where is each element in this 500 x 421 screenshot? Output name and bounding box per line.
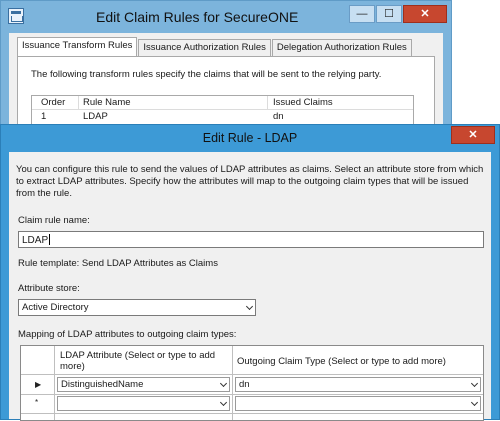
dialog-intro-text: You can configure this rule to send the … (16, 164, 484, 199)
current-row-marker-icon: ▶ (35, 380, 42, 389)
bg-minimize-button[interactable]: — (349, 5, 375, 23)
attribute-store-select[interactable]: Active Directory (18, 299, 256, 316)
chevron-down-icon (470, 379, 479, 388)
tab-issuance-authorization-rules[interactable]: Issuance Authorization Rules (138, 39, 271, 56)
chevron-down-icon (245, 302, 254, 311)
chevron-down-icon (470, 398, 479, 407)
attribute-store-label: Attribute store: (18, 283, 80, 294)
bg-close-button[interactable]: ✕ (403, 5, 447, 23)
dialog-caption-buttons: ✕ (451, 126, 495, 144)
outgoing-claim-type-value: dn (239, 379, 250, 390)
transform-rules-page: The following transform rules specify th… (17, 56, 435, 129)
app-window-icon (8, 8, 24, 24)
grid-col-divider (54, 346, 55, 420)
col-divider (267, 96, 268, 109)
ldap-attribute-value: DistinguishedName (61, 379, 144, 390)
rules-tabs: Issuance Transform Rules Issuance Author… (17, 37, 413, 56)
dialog-body: You can configure this rule to send the … (9, 152, 491, 421)
claim-rule-name-value: LDAP (22, 235, 49, 246)
mapping-grid: LDAP Attribute (Select or type to add mo… (20, 345, 484, 421)
bg-maximize-button[interactable]: ☐ (376, 5, 402, 23)
col-divider (78, 96, 79, 109)
attribute-store-value: Active Directory (22, 302, 89, 313)
tab-issuance-transform-rules[interactable]: Issuance Transform Rules (17, 37, 138, 56)
grid-header-outgoing-claim-type[interactable]: Outgoing Claim Type (Select or type to a… (237, 356, 477, 367)
dialog-close-button[interactable]: ✕ (451, 126, 495, 144)
grid-header-ldap-attribute[interactable]: LDAP Attribute (Select or type to add mo… (60, 350, 230, 372)
rule-order: 1 (41, 111, 47, 122)
chevron-down-icon (219, 379, 228, 388)
bg-window-body: Issuance Transform Rules Issuance Author… (9, 33, 443, 129)
rule-template-label: Rule template: Send LDAP Attributes as C… (18, 258, 218, 269)
tab-delegation-authorization-rules[interactable]: Delegation Authorization Rules (271, 39, 412, 56)
bg-caption-buttons: — ☐ ✕ (349, 5, 447, 23)
col-order[interactable]: Order (41, 97, 65, 108)
mapping-label: Mapping of LDAP attributes to outgoing c… (18, 329, 237, 340)
grid-row-divider (21, 413, 483, 414)
dialog-title: Edit Rule - LDAP (202, 131, 298, 145)
claim-rule-name-label: Claim rule name: (18, 215, 90, 226)
chevron-down-icon (219, 398, 228, 407)
edit-rule-dialog: Edit Rule - LDAP ✕ You can configure thi… (0, 124, 500, 421)
grid-header-divider (21, 374, 483, 375)
claim-rule-name-input[interactable]: LDAP (18, 231, 484, 248)
transform-rules-description: The following transform rules specify th… (31, 69, 382, 80)
grid-col-divider (232, 346, 233, 420)
new-ldap-attribute-select[interactable] (57, 396, 230, 411)
rules-list-row[interactable]: 1 LDAP dn (32, 110, 413, 124)
rules-list-header: Order Rule Name Issued Claims (32, 96, 413, 110)
new-outgoing-claim-type-select[interactable] (235, 396, 481, 411)
grid-row-divider (21, 394, 483, 395)
dialog-title-bar: Edit Rule - LDAP ✕ (1, 125, 499, 151)
text-caret (49, 234, 51, 245)
outgoing-claim-type-select[interactable]: dn (235, 377, 481, 392)
rule-issued-claims: dn (273, 111, 284, 122)
bg-window-title: Edit Claim Rules for SecureONE (96, 9, 299, 25)
col-rule-name[interactable]: Rule Name (83, 97, 131, 108)
col-issued-claims[interactable]: Issued Claims (273, 97, 333, 108)
ldap-attribute-select[interactable]: DistinguishedName (57, 377, 230, 392)
edit-claim-rules-window: Edit Claim Rules for SecureONE — ☐ ✕ Iss… (0, 0, 452, 130)
new-row-marker-icon: * (35, 398, 39, 407)
rule-name: LDAP (83, 111, 108, 122)
bg-title-bar: Edit Claim Rules for SecureONE — ☐ ✕ (1, 1, 451, 31)
